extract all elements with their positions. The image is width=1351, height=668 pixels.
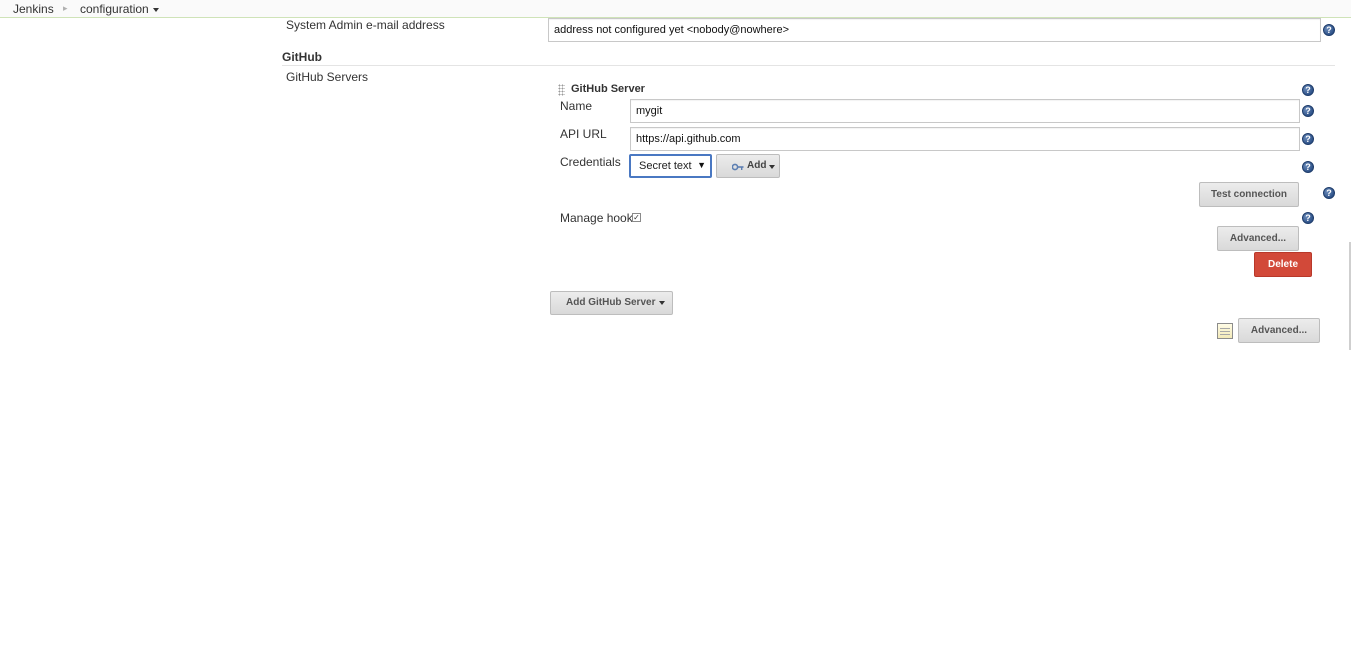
manage-hooks-label: Manage hooks	[560, 211, 639, 225]
server-name-input[interactable]	[630, 99, 1300, 123]
server-name-label: Name	[560, 99, 593, 113]
add-github-server-label: Add GitHub Server	[566, 297, 656, 308]
manage-hooks-checkbox[interactable]: ✓	[632, 213, 641, 222]
github-server-title: GitHub Server	[571, 83, 645, 95]
test-connection-help-icon[interactable]: ?	[1323, 187, 1335, 199]
credentials-selected-value: Secret text	[639, 160, 692, 172]
server-name-help-icon[interactable]: ?	[1302, 105, 1314, 117]
manage-hooks-help-icon[interactable]: ?	[1302, 212, 1314, 224]
admin-email-label: System Admin e-mail address	[286, 18, 445, 32]
breadcrumb: Jenkins ▸ configuration	[0, 0, 1351, 18]
github-servers-label: GitHub Servers	[286, 70, 369, 84]
checkmark-icon: ✓	[633, 213, 640, 222]
drag-handle-icon[interactable]	[558, 84, 565, 96]
breadcrumb-separator-icon: ▸	[63, 3, 68, 13]
chevron-down-icon	[769, 165, 775, 169]
chevron-down-icon	[152, 7, 159, 12]
breadcrumb-jenkins[interactable]: Jenkins	[13, 2, 54, 16]
api-url-label: API URL	[560, 127, 607, 141]
api-url-help-icon[interactable]: ?	[1302, 133, 1314, 145]
add-credentials-button[interactable]: Add	[716, 154, 780, 178]
dropdown-arrow-icon: ▼	[697, 160, 706, 170]
test-connection-button[interactable]: Test connection	[1199, 182, 1299, 207]
github-section-title: GitHub	[282, 50, 322, 64]
breadcrumb-configuration-label: configuration	[80, 2, 149, 16]
add-credentials-label: Add	[747, 160, 767, 171]
notepad-icon[interactable]	[1217, 323, 1233, 339]
credentials-select[interactable]: Secret text ▼	[629, 154, 712, 178]
github-advanced-button[interactable]: Advanced...	[1238, 318, 1320, 343]
admin-email-input[interactable]	[548, 18, 1321, 42]
github-server-help-icon[interactable]: ?	[1302, 84, 1314, 96]
add-github-server-menu-toggle[interactable]	[652, 292, 672, 314]
github-section-divider	[282, 65, 1335, 66]
delete-server-button[interactable]: Delete	[1254, 252, 1312, 277]
admin-email-help-icon[interactable]: ?	[1323, 24, 1335, 36]
api-url-input[interactable]	[630, 127, 1300, 151]
breadcrumb-configuration[interactable]: configuration	[80, 2, 159, 16]
chevron-down-icon	[659, 301, 665, 305]
add-github-server-button[interactable]: Add GitHub Server	[550, 291, 673, 315]
server-advanced-button[interactable]: Advanced...	[1217, 226, 1299, 251]
key-icon	[732, 163, 744, 171]
credentials-label: Credentials	[560, 155, 621, 169]
credentials-help-icon[interactable]: ?	[1302, 161, 1314, 173]
